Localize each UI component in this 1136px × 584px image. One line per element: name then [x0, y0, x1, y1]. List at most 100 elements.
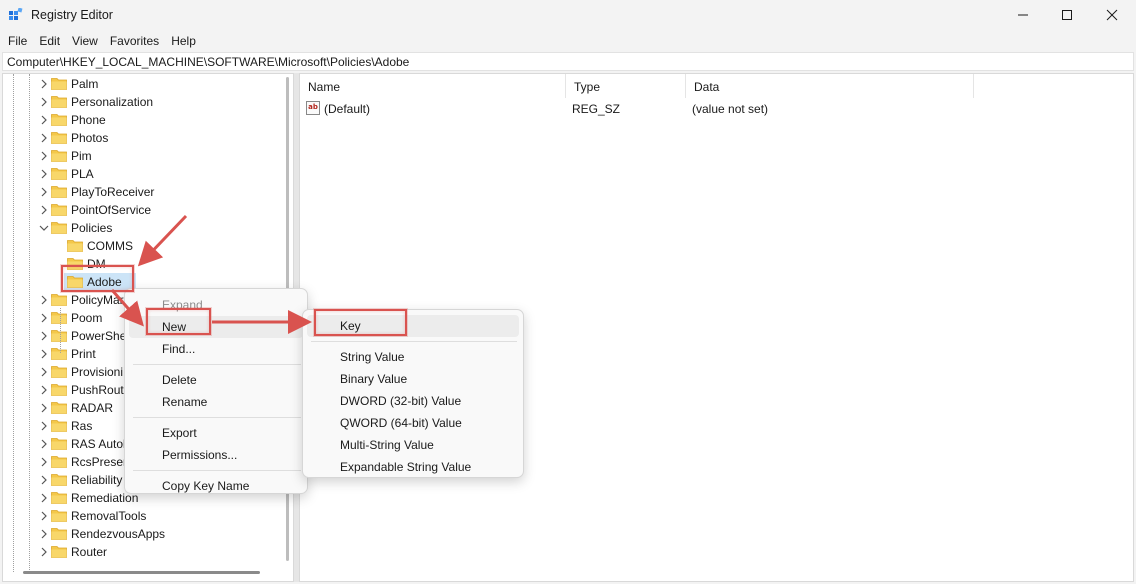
folder-icon	[51, 204, 67, 216]
menu-item-qword-64-bit-value[interactable]: QWORD (64-bit) Value	[307, 412, 519, 434]
value-type: REG_SZ	[572, 102, 621, 116]
chevron-right-icon[interactable]	[39, 493, 49, 503]
menu-help[interactable]: Help	[165, 31, 202, 51]
chevron-right-icon[interactable]	[39, 439, 49, 449]
menu-item-string-value[interactable]: String Value	[307, 346, 519, 368]
chevron-right-icon[interactable]	[39, 151, 49, 161]
chevron-right-icon[interactable]	[39, 169, 49, 179]
close-button[interactable]	[1089, 0, 1135, 30]
menu-item-label: Multi-String Value	[340, 438, 434, 452]
chevron-right-icon[interactable]	[39, 403, 49, 413]
menu-item-dword-32-bit-value[interactable]: DWORD (32-bit) Value	[307, 390, 519, 412]
tree-guide-line	[13, 74, 14, 572]
menu-item-find[interactable]: Find...	[129, 338, 303, 360]
annotation-box-key	[314, 309, 407, 336]
maximize-icon	[1062, 10, 1072, 20]
folder-icon	[51, 186, 67, 198]
folder-icon	[51, 456, 67, 468]
tree-item-rendezvousapps[interactable]: RendezvousApps	[3, 525, 293, 543]
title-bar[interactable]: Registry Editor	[0, 0, 1136, 30]
chevron-right-icon	[290, 322, 296, 332]
folder-icon	[51, 384, 67, 396]
menu-favorites[interactable]: Favorites	[104, 31, 165, 51]
folder-icon	[51, 312, 67, 324]
menu-file[interactable]: File	[2, 31, 33, 51]
value-name: (Default)	[324, 102, 371, 116]
close-icon	[1106, 9, 1118, 21]
chevron-right-icon[interactable]	[39, 79, 49, 89]
tree-item-policies[interactable]: Policies	[3, 219, 293, 237]
menu-item-binary-value[interactable]: Binary Value	[307, 368, 519, 390]
column-header-name[interactable]: Name	[300, 74, 566, 98]
tree-item-playtoreceiver[interactable]: PlayToReceiver	[3, 183, 293, 201]
chevron-right-icon[interactable]	[39, 313, 49, 323]
tree-horizontal-scroll-thumb[interactable]	[23, 571, 260, 574]
address-bar[interactable]: Computer\HKEY_LOCAL_MACHINE\SOFTWARE\Mic…	[2, 52, 1134, 71]
tree-item-palm[interactable]: Palm	[3, 75, 293, 93]
tree-item-pla[interactable]: PLA	[3, 165, 293, 183]
chevron-right-icon[interactable]	[39, 97, 49, 107]
chevron-right-icon[interactable]	[39, 475, 49, 485]
chevron-right-icon[interactable]	[39, 205, 49, 215]
folder-icon	[51, 546, 67, 558]
tree-item-label: Provisioni	[71, 365, 124, 379]
tree-item-personalization[interactable]: Personalization	[3, 93, 293, 111]
menu-edit[interactable]: Edit	[33, 31, 66, 51]
tree-item-label: RcsPresen	[71, 455, 130, 469]
tree-item-label: Reliability	[71, 473, 123, 487]
tree-item-photos[interactable]: Photos	[3, 129, 293, 147]
menu-item-multi-string-value[interactable]: Multi-String Value	[307, 434, 519, 456]
folder-icon	[51, 366, 67, 378]
menu-item-expandable-string-value[interactable]: Expandable String Value	[307, 456, 519, 478]
chevron-right-icon[interactable]	[39, 187, 49, 197]
chevron-right-icon[interactable]	[39, 367, 49, 377]
menu-item-permissions[interactable]: Permissions...	[129, 444, 303, 466]
column-header-data[interactable]: Data	[686, 74, 974, 98]
menu-item-copy-key-name[interactable]: Copy Key Name	[129, 475, 303, 497]
tree-item-dm[interactable]: DM	[3, 255, 293, 273]
folder-icon	[51, 510, 67, 522]
chevron-right-icon[interactable]	[39, 547, 49, 557]
chevron-right-icon[interactable]	[39, 457, 49, 467]
minimize-button[interactable]	[1000, 0, 1046, 30]
annotation-box-adobe	[61, 265, 134, 292]
chevron-right-icon[interactable]	[39, 529, 49, 539]
tree-item-label: RemovalTools	[71, 509, 147, 523]
tree-item-label: Print	[71, 347, 96, 361]
tree-item-pim[interactable]: Pim	[3, 147, 293, 165]
menu-view[interactable]: View	[66, 31, 104, 51]
folder-icon	[51, 78, 67, 90]
maximize-button[interactable]	[1044, 0, 1090, 30]
chevron-right-icon[interactable]	[39, 295, 49, 305]
chevron-down-icon[interactable]	[39, 223, 49, 233]
column-header-type[interactable]: Type	[566, 74, 686, 98]
chevron-right-icon[interactable]	[39, 331, 49, 341]
tree-item-label: RADAR	[71, 401, 114, 415]
chevron-right-icon[interactable]	[39, 511, 49, 521]
chevron-right-icon[interactable]	[39, 385, 49, 395]
tree-item-router[interactable]: Router	[3, 543, 293, 561]
chevron-right-icon[interactable]	[39, 133, 49, 143]
tree-item-label: Palm	[71, 77, 99, 91]
tree-item-phone[interactable]: Phone	[3, 111, 293, 129]
tree-guide-line	[60, 308, 61, 353]
tree-item-label: Photos	[71, 131, 109, 145]
tree-item-comms[interactable]: COMMS	[3, 237, 293, 255]
folder-icon	[51, 492, 67, 504]
chevron-right-icon[interactable]	[39, 349, 49, 359]
tree-item-removaltools[interactable]: RemovalTools	[3, 507, 293, 525]
menu-item-delete[interactable]: Delete	[129, 369, 303, 391]
value-row[interactable]: ab (Default) REG_SZ (value not set)	[300, 100, 1133, 118]
menu-item-rename[interactable]: Rename	[129, 391, 303, 413]
menu-item-export[interactable]: Export	[129, 422, 303, 444]
folder-icon	[51, 132, 67, 144]
tree-item-pointofservice[interactable]: PointOfService	[3, 201, 293, 219]
chevron-right-icon[interactable]	[39, 115, 49, 125]
folder-icon	[51, 438, 67, 450]
chevron-right-icon[interactable]	[39, 421, 49, 431]
tree-item-label: Router	[71, 545, 108, 559]
value-data: (value not set)	[692, 102, 769, 116]
annotation-box-new	[146, 308, 211, 335]
menu-item-label: Permissions...	[162, 448, 238, 462]
tree-item-label: Phone	[71, 113, 106, 127]
